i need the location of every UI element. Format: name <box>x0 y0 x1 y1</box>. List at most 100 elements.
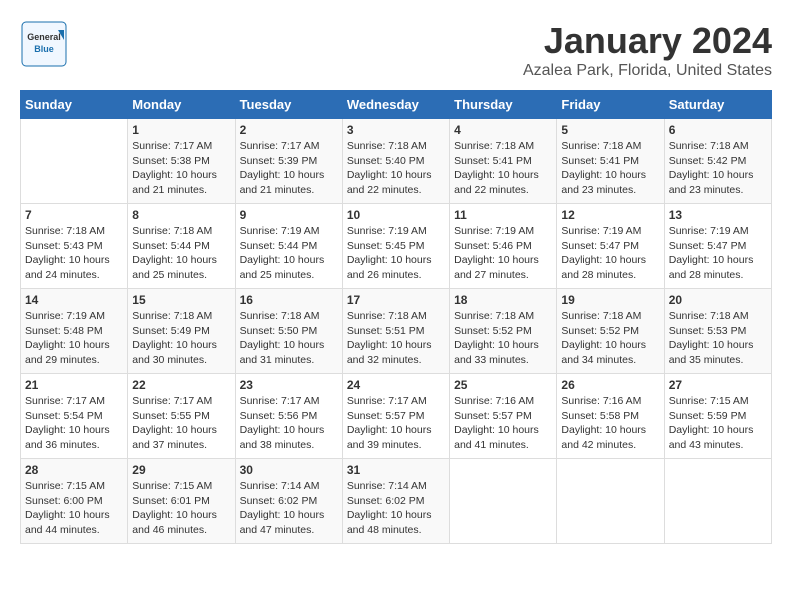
day-number: 23 <box>240 378 338 392</box>
calendar-cell: 31 Sunrise: 7:14 AM Sunset: 6:02 PM Dayli… <box>342 459 449 544</box>
day-info: Sunrise: 7:18 AM Sunset: 5:41 PM Dayligh… <box>454 139 552 198</box>
calendar-body: 1 Sunrise: 7:17 AM Sunset: 5:38 PM Daylig… <box>21 119 772 544</box>
location-title: Azalea Park, Florida, United States <box>523 62 772 80</box>
day-number: 2 <box>240 123 338 137</box>
calendar-cell: 27Sunrise: 7:15 AM Sunset: 5:59 PM Dayli… <box>664 374 771 459</box>
day-number: 4 <box>454 123 552 137</box>
day-info: Sunrise: 7:19 AM Sunset: 5:46 PM Dayligh… <box>454 224 552 283</box>
day-number: 26 <box>561 378 659 392</box>
calendar-week-row: 7Sunrise: 7:18 AM Sunset: 5:43 PM Daylig… <box>21 204 772 289</box>
calendar-cell: 14 Sunrise: 7:19 AM Sunset: 5:48 PM Dayli… <box>21 289 128 374</box>
svg-text:General: General <box>27 32 61 42</box>
day-info: Sunrise: 7:17 AM Sunset: 5:39 PM Dayligh… <box>240 139 338 198</box>
day-info: Sunrise: 7:15 AM Sunset: 6:00 PM Dayligh… <box>25 479 123 538</box>
day-number: 14 <box>25 293 123 307</box>
day-number: 25 <box>454 378 552 392</box>
calendar-cell: 20 Sunrise: 7:18 AM Sunset: 5:53 PM Dayli… <box>664 289 771 374</box>
weekday-header-cell: Saturday <box>664 91 771 119</box>
svg-text:Blue: Blue <box>34 44 54 54</box>
day-number: 6 <box>669 123 767 137</box>
day-number: 20 <box>669 293 767 307</box>
calendar-week-row: 14 Sunrise: 7:19 AM Sunset: 5:48 PM Dayli… <box>21 289 772 374</box>
calendar-cell: 26 Sunrise: 7:16 AM Sunset: 5:58 PM Dayli… <box>557 374 664 459</box>
day-info: Sunrise: 7:18 AM Sunset: 5:52 PM Dayligh… <box>454 309 552 368</box>
day-number: 8 <box>132 208 230 222</box>
calendar-cell: 13 Sunrise: 7:19 AM Sunset: 5:47 PM Dayli… <box>664 204 771 289</box>
calendar-week-row: 21 Sunrise: 7:17 AM Sunset: 5:54 PM Dayli… <box>21 374 772 459</box>
weekday-header-cell: Wednesday <box>342 91 449 119</box>
day-number: 29 <box>132 463 230 477</box>
calendar-cell: 19 Sunrise: 7:18 AM Sunset: 5:52 PM Dayli… <box>557 289 664 374</box>
calendar-cell: 8 Sunrise: 7:18 AM Sunset: 5:44 PM Daylig… <box>128 204 235 289</box>
day-number: 13 <box>669 208 767 222</box>
calendar-cell: 30 Sunrise: 7:14 AM Sunset: 6:02 PM Dayli… <box>235 459 342 544</box>
calendar-cell: 16 Sunrise: 7:18 AM Sunset: 5:50 PM Dayli… <box>235 289 342 374</box>
calendar-cell <box>664 459 771 544</box>
day-number: 18 <box>454 293 552 307</box>
day-number: 31 <box>347 463 445 477</box>
weekday-header-cell: Sunday <box>21 91 128 119</box>
day-number: 30 <box>240 463 338 477</box>
day-number: 22 <box>132 378 230 392</box>
day-info: Sunrise: 7:19 AM Sunset: 5:48 PM Dayligh… <box>25 309 123 368</box>
day-number: 1 <box>132 123 230 137</box>
day-number: 19 <box>561 293 659 307</box>
day-info: Sunrise: 7:16 AM Sunset: 5:57 PM Dayligh… <box>454 394 552 453</box>
day-info: Sunrise: 7:15 AM Sunset: 6:01 PM Dayligh… <box>132 479 230 538</box>
weekday-header-row: SundayMondayTuesdayWednesdayThursdayFrid… <box>21 91 772 119</box>
day-info: Sunrise: 7:18 AM Sunset: 5:50 PM Dayligh… <box>240 309 338 368</box>
day-info: Sunrise: 7:18 AM Sunset: 5:52 PM Dayligh… <box>561 309 659 368</box>
day-number: 28 <box>25 463 123 477</box>
day-info: Sunrise: 7:18 AM Sunset: 5:44 PM Dayligh… <box>132 224 230 283</box>
day-info: Sunrise: 7:15 AM Sunset: 5:59 PM Dayligh… <box>669 394 767 453</box>
month-title: January 2024 <box>523 20 772 62</box>
calendar-cell: 28 Sunrise: 7:15 AM Sunset: 6:00 PM Dayli… <box>21 459 128 544</box>
calendar-cell: 9Sunrise: 7:19 AM Sunset: 5:44 PM Daylig… <box>235 204 342 289</box>
calendar-cell: 4 Sunrise: 7:18 AM Sunset: 5:41 PM Daylig… <box>450 119 557 204</box>
calendar-cell: 25 Sunrise: 7:16 AM Sunset: 5:57 PM Dayli… <box>450 374 557 459</box>
day-info: Sunrise: 7:19 AM Sunset: 5:47 PM Dayligh… <box>669 224 767 283</box>
calendar-cell: 2 Sunrise: 7:17 AM Sunset: 5:39 PM Daylig… <box>235 119 342 204</box>
day-number: 5 <box>561 123 659 137</box>
day-info: Sunrise: 7:19 AM Sunset: 5:44 PM Dayligh… <box>240 224 338 283</box>
day-info: Sunrise: 7:18 AM Sunset: 5:49 PM Dayligh… <box>132 309 230 368</box>
calendar-cell: 10Sunrise: 7:19 AM Sunset: 5:45 PM Dayli… <box>342 204 449 289</box>
title-section: January 2024 Azalea Park, Florida, Unite… <box>523 20 772 80</box>
day-number: 12 <box>561 208 659 222</box>
calendar-table: SundayMondayTuesdayWednesdayThursdayFrid… <box>20 90 772 544</box>
calendar-cell: 3Sunrise: 7:18 AM Sunset: 5:40 PM Daylig… <box>342 119 449 204</box>
day-info: Sunrise: 7:14 AM Sunset: 6:02 PM Dayligh… <box>240 479 338 538</box>
calendar-cell: 22 Sunrise: 7:17 AM Sunset: 5:55 PM Dayli… <box>128 374 235 459</box>
weekday-header-cell: Friday <box>557 91 664 119</box>
calendar-cell: 6Sunrise: 7:18 AM Sunset: 5:42 PM Daylig… <box>664 119 771 204</box>
calendar-cell: 15Sunrise: 7:18 AM Sunset: 5:49 PM Dayli… <box>128 289 235 374</box>
day-number: 21 <box>25 378 123 392</box>
calendar-week-row: 1 Sunrise: 7:17 AM Sunset: 5:38 PM Daylig… <box>21 119 772 204</box>
calendar-cell: 18 Sunrise: 7:18 AM Sunset: 5:52 PM Dayli… <box>450 289 557 374</box>
logo: General Blue <box>20 20 68 68</box>
day-info: Sunrise: 7:18 AM Sunset: 5:40 PM Dayligh… <box>347 139 445 198</box>
weekday-header-cell: Monday <box>128 91 235 119</box>
calendar-cell: 23 Sunrise: 7:17 AM Sunset: 5:56 PM Dayli… <box>235 374 342 459</box>
calendar-week-row: 28 Sunrise: 7:15 AM Sunset: 6:00 PM Dayli… <box>21 459 772 544</box>
calendar-cell: 7Sunrise: 7:18 AM Sunset: 5:43 PM Daylig… <box>21 204 128 289</box>
day-info: Sunrise: 7:18 AM Sunset: 5:53 PM Dayligh… <box>669 309 767 368</box>
day-info: Sunrise: 7:17 AM Sunset: 5:56 PM Dayligh… <box>240 394 338 453</box>
day-info: Sunrise: 7:14 AM Sunset: 6:02 PM Dayligh… <box>347 479 445 538</box>
calendar-cell <box>450 459 557 544</box>
calendar-cell <box>21 119 128 204</box>
day-info: Sunrise: 7:17 AM Sunset: 5:38 PM Dayligh… <box>132 139 230 198</box>
day-info: Sunrise: 7:16 AM Sunset: 5:58 PM Dayligh… <box>561 394 659 453</box>
calendar-cell: 11 Sunrise: 7:19 AM Sunset: 5:46 PM Dayli… <box>450 204 557 289</box>
day-number: 11 <box>454 208 552 222</box>
day-info: Sunrise: 7:18 AM Sunset: 5:41 PM Dayligh… <box>561 139 659 198</box>
day-number: 16 <box>240 293 338 307</box>
day-info: Sunrise: 7:17 AM Sunset: 5:54 PM Dayligh… <box>25 394 123 453</box>
weekday-header-cell: Thursday <box>450 91 557 119</box>
page-header: General Blue January 2024 Azalea Park, F… <box>20 20 772 80</box>
calendar-cell: 29 Sunrise: 7:15 AM Sunset: 6:01 PM Dayli… <box>128 459 235 544</box>
day-info: Sunrise: 7:17 AM Sunset: 5:55 PM Dayligh… <box>132 394 230 453</box>
day-info: Sunrise: 7:18 AM Sunset: 5:43 PM Dayligh… <box>25 224 123 283</box>
day-info: Sunrise: 7:19 AM Sunset: 5:47 PM Dayligh… <box>561 224 659 283</box>
day-info: Sunrise: 7:17 AM Sunset: 5:57 PM Dayligh… <box>347 394 445 453</box>
